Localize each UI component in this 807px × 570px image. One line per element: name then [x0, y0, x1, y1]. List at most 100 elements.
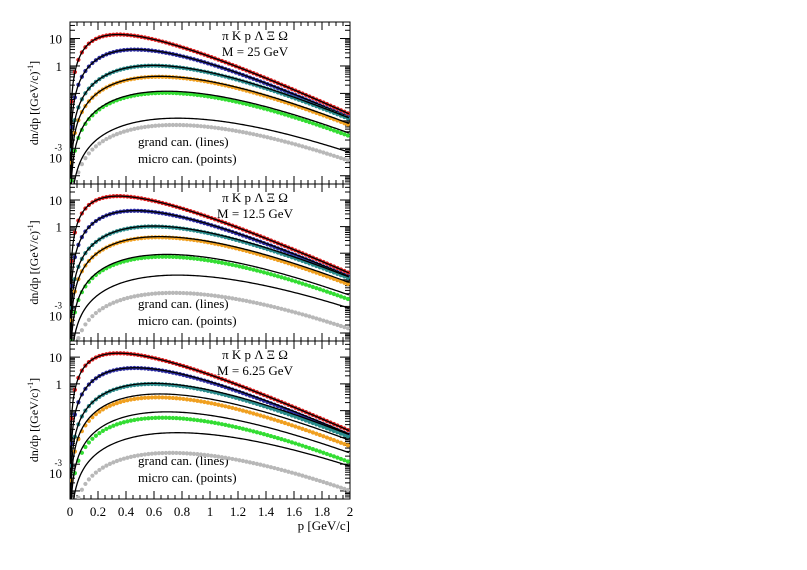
micro-point-Ω — [261, 463, 266, 468]
micro-point-Ω — [268, 136, 273, 141]
micro-point-Ω — [254, 132, 259, 138]
micro-point-Ω — [282, 307, 287, 312]
micro-point-Ω — [268, 465, 273, 470]
spectra-figure: 10110-3dn/dp [(GeV/c)-1]π K p Λ Ξ ΩM = 2… — [26, 21, 354, 533]
micro-point-Ω — [132, 126, 137, 131]
micro-point-Λ — [233, 406, 238, 411]
mass-label: M = 6.25 GeV — [217, 363, 294, 378]
y-tick-label: 10 — [49, 466, 62, 481]
x-tick-label: 1.8 — [314, 504, 330, 519]
grand-line-p — [70, 382, 350, 499]
micro-point-Ξ — [258, 269, 263, 274]
micro-point-Ω — [219, 455, 224, 460]
micro-point-Ω — [237, 129, 242, 134]
micro-point-Ξ — [254, 430, 259, 435]
micro-point-Ω — [100, 305, 105, 311]
x-tick-label: 1 — [207, 504, 214, 519]
micro-point-Ω — [83, 322, 88, 327]
micro-point-Ω — [135, 453, 140, 458]
particles-label: π K p Λ Ξ Ω — [222, 28, 288, 43]
micro-point-Ω — [135, 293, 140, 298]
micro-point-Ξ — [251, 429, 256, 434]
micro-point-Ω — [86, 151, 91, 156]
micro-point-Ξ — [97, 431, 102, 436]
micro-point-Ω — [83, 481, 88, 487]
micro-point-Ω — [251, 300, 256, 305]
micro-point-Ω — [83, 156, 88, 161]
y-tick-label: 1 — [56, 220, 63, 235]
micro-point-Ω — [90, 314, 95, 319]
micro-point-Ω — [230, 128, 235, 133]
micro-point-Ω — [258, 462, 263, 467]
micro-point-Ω — [279, 306, 284, 311]
micro-point-Ω — [251, 460, 256, 466]
micro-point-Ω — [128, 454, 133, 459]
micro-point-Ω — [226, 295, 231, 300]
micro-point-Ω — [233, 296, 238, 302]
micro-point-Λ — [205, 400, 210, 405]
grand-line-π — [70, 33, 350, 140]
micro-point-Ω — [93, 144, 98, 149]
micro-point-Ω — [247, 299, 252, 304]
micro-point-Ω — [345, 487, 350, 493]
micro-point-Ω — [128, 127, 133, 132]
y-tick-label: 10 — [49, 308, 62, 323]
y-axis-label: dn/dp [(GeV/c)-1] — [26, 220, 41, 304]
legend-points: micro can. (points) — [138, 151, 237, 166]
x-tick-label: 0.6 — [146, 504, 163, 519]
micro-point-Ω — [272, 136, 277, 142]
micro-point-Ω — [247, 460, 252, 465]
micro-point-Λ — [223, 404, 228, 409]
micro-point-Ω — [237, 297, 242, 302]
micro-point-Ξ — [219, 422, 224, 427]
micro-point-Ξ — [244, 427, 249, 432]
micro-point-Ξ — [226, 262, 231, 267]
micro-point-Λ — [209, 401, 214, 406]
micro-point-Ω — [233, 128, 238, 133]
micro-point-Ω — [345, 158, 350, 163]
micro-point-Ω — [261, 134, 266, 139]
y-tick-label-exponent: -3 — [55, 300, 63, 310]
micro-point-Λ — [345, 443, 350, 448]
micro-point-Λ — [195, 398, 200, 403]
micro-point-Ξ — [205, 419, 210, 424]
micro-point-p — [345, 434, 350, 439]
micro-point-Ω — [240, 298, 245, 303]
micro-point-Ω — [275, 137, 280, 142]
micro-point-Ξ — [345, 459, 350, 464]
micro-point-Λ — [237, 407, 242, 412]
micro-point-Λ — [198, 399, 203, 404]
y-tick-label: 1 — [56, 59, 63, 74]
x-tick-label: 1.6 — [286, 504, 303, 519]
micro-point-Ω — [79, 328, 84, 333]
micro-point-Ξ — [244, 265, 249, 271]
micro-point-Ω — [233, 457, 238, 462]
micro-point-Ω — [265, 464, 270, 469]
micro-point-Ω — [240, 130, 245, 135]
micro-point-Ξ — [90, 436, 95, 441]
x-tick-label: 0.4 — [118, 504, 135, 519]
x-tick-label: 2 — [347, 504, 354, 519]
micro-point-Λ — [240, 408, 245, 413]
micro-point-Λ — [128, 397, 133, 402]
micro-point-Ω — [275, 305, 280, 311]
particles-label: π K p Λ Ξ Ω — [222, 190, 288, 205]
micro-point-Ω — [240, 458, 245, 464]
x-tick-label: 0.8 — [174, 504, 190, 519]
x-tick-label: 1.4 — [258, 504, 275, 519]
x-tick-labels: 0 0.2 0.4 0.6 0.8 1 1.2 1.4 1.6 1.8 2 — [67, 504, 354, 519]
micro-point-Ω — [254, 300, 259, 306]
micro-point-Ξ — [93, 433, 98, 438]
micro-point-Λ — [216, 402, 221, 407]
micro-point-Λ — [202, 399, 207, 405]
micro-point-Λ — [230, 405, 235, 411]
micro-point-Ω — [97, 308, 102, 313]
micro-point-Ω — [79, 487, 84, 492]
micro-point-Ω — [125, 295, 130, 301]
micro-point-Λ — [219, 403, 224, 408]
micro-point-Ω — [226, 127, 231, 132]
micro-point-Ω — [90, 147, 95, 152]
micro-point-Ξ — [209, 258, 214, 264]
micro-point-Ξ — [212, 420, 217, 425]
micro-point-Ξ — [223, 261, 228, 266]
